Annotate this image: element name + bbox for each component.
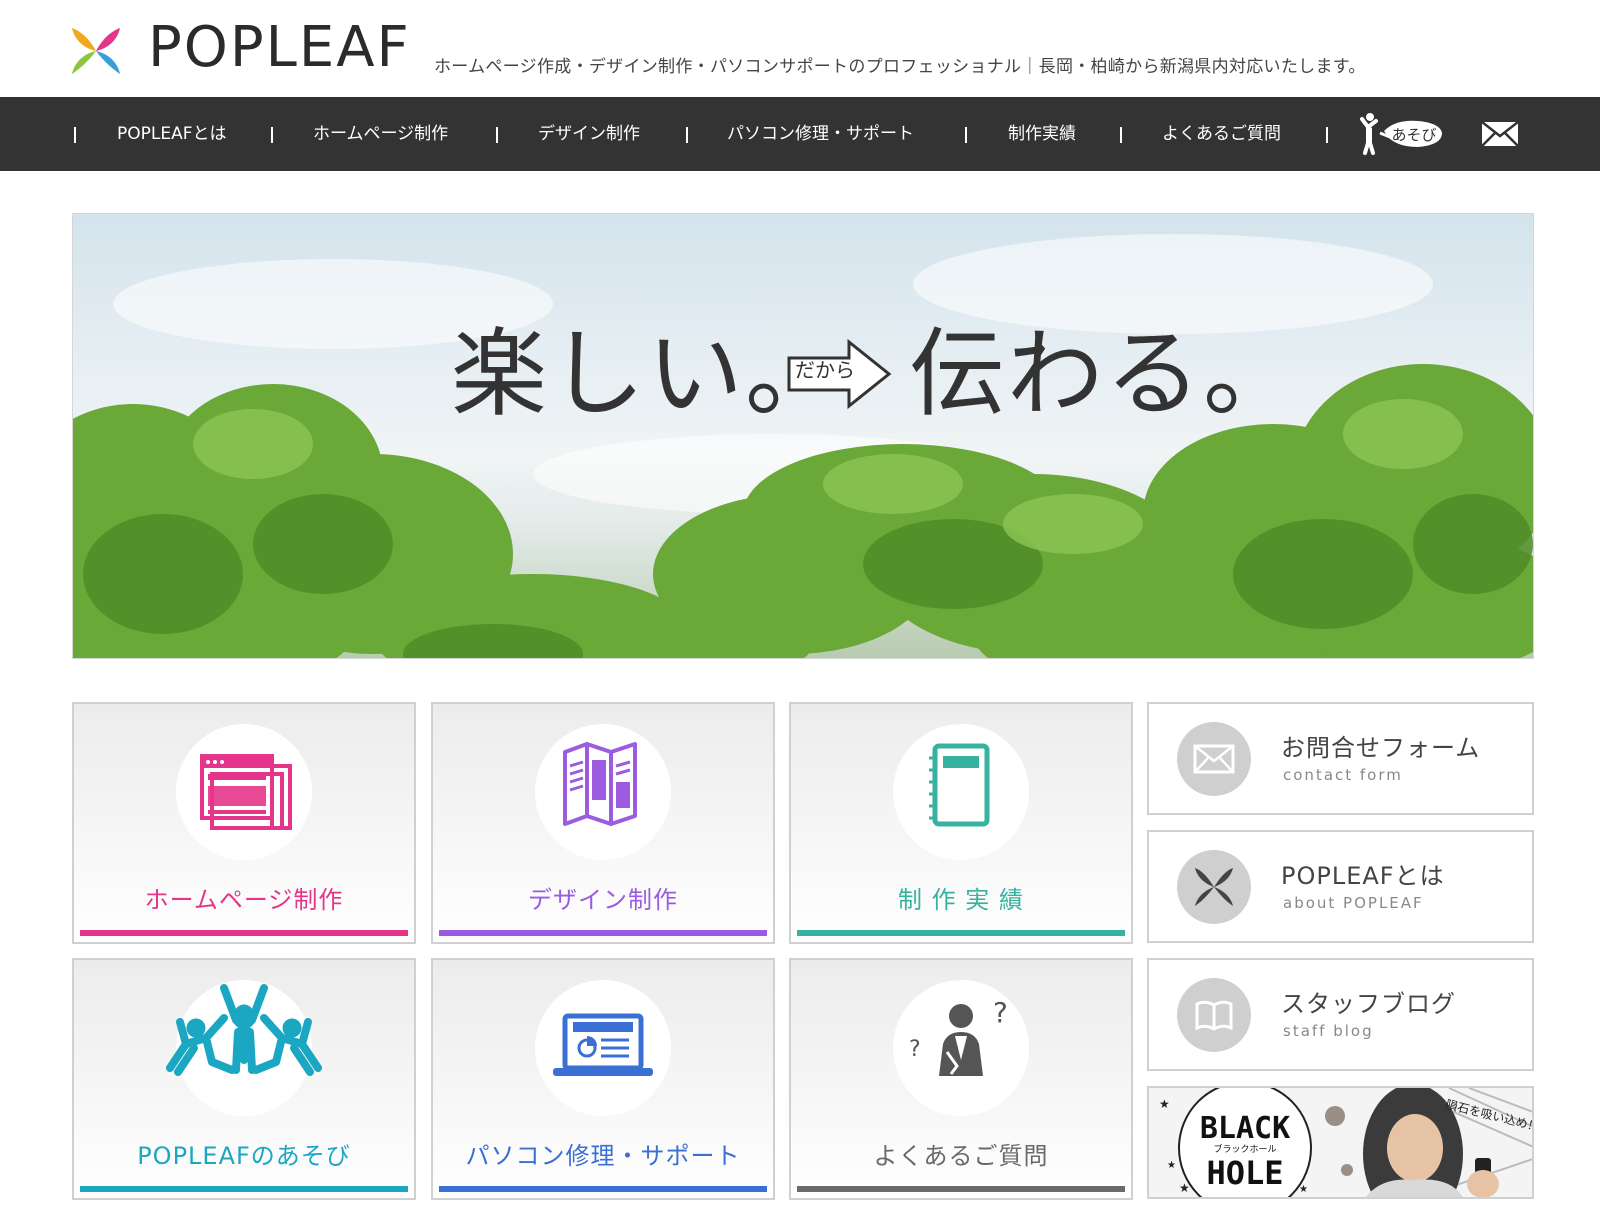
side-link-contact-subtitle: contact form — [1283, 766, 1403, 784]
site-tagline: ホームページ作成・デザイン制作・パソコンサポートのプロフェッショナル｜長岡・柏崎… — [434, 57, 1366, 77]
side-link-blog-title: スタッフブログ — [1281, 990, 1456, 1018]
tile-faq[interactable]: ? ? よくあるご質問 — [789, 958, 1133, 1200]
blackhole-banner-image: ★ ★ ★ ★ BLACK ブラックホール HOLE 隕石を吸い込め！ — [1149, 1088, 1532, 1197]
tile-accent-bar — [439, 930, 767, 936]
nav-item-about[interactable]: POPLEAFとは — [117, 121, 227, 147]
nav-separator — [1120, 127, 1122, 143]
nav-asobi-link[interactable]: あそび — [1356, 111, 1446, 155]
svg-text:BLACK: BLACK — [1200, 1111, 1290, 1146]
tile-homepage[interactable]: ホームページ制作 — [72, 702, 416, 944]
svg-text:HOLE: HOLE — [1206, 1154, 1283, 1192]
nav-item-faq[interactable]: よくあるご質問 — [1162, 121, 1281, 147]
tile-accent-bar — [797, 1186, 1125, 1192]
svg-text:★: ★ — [1159, 1097, 1170, 1111]
nav-separator — [271, 127, 273, 143]
nav-separator — [74, 127, 76, 143]
tree-canopy-image — [73, 234, 1533, 658]
nav-item-pc-support[interactable]: パソコン修理・サポート — [727, 121, 914, 147]
asobi-icon: あそび — [1360, 113, 1442, 155]
tile-faq-label: よくあるご質問 — [873, 1142, 1049, 1170]
nav-separator — [1326, 127, 1328, 143]
side-link-contact[interactable]: お問合せフォーム contact form — [1147, 702, 1534, 815]
svg-text:?: ? — [993, 996, 1008, 1029]
nav-separator — [686, 127, 688, 143]
question-person-icon: ? ? — [909, 996, 1008, 1076]
nav-item-works[interactable]: 制作実績 — [1008, 121, 1076, 147]
site-logo-text[interactable]: POPLEAF — [148, 18, 411, 78]
main-nav: POPLEAFとは ホームページ制作 デザイン制作 パソコン修理・サポート 制作… — [0, 97, 1600, 171]
tile-asobi[interactable]: POPLEAFのあそび — [72, 958, 416, 1200]
side-link-contact-title: お問合せフォーム — [1281, 734, 1481, 762]
side-link-blog-subtitle: staff blog — [1283, 1022, 1374, 1040]
svg-text:★: ★ — [1167, 1160, 1176, 1171]
tile-homepage-label: ホームページ制作 — [144, 886, 344, 914]
hero-text-convey: 伝わる。 — [909, 318, 1301, 430]
nav-item-design[interactable]: デザイン制作 — [538, 121, 640, 147]
tile-pc-support-label: パソコン修理・サポート — [465, 1142, 741, 1170]
nav-separator — [965, 127, 967, 143]
svg-text:★: ★ — [1299, 1184, 1308, 1195]
nav-separator — [496, 127, 498, 143]
webpage-icon — [200, 754, 292, 830]
tile-design[interactable]: デザイン制作 — [431, 702, 775, 944]
popleaf-logo-icon — [1195, 868, 1233, 906]
laptop-icon — [553, 1013, 653, 1076]
svg-text:★: ★ — [1179, 1181, 1190, 1195]
side-link-about-title: POPLEAFとは — [1281, 862, 1445, 890]
dancing-people-icon — [166, 984, 322, 1076]
tile-pc-support[interactable]: パソコン修理・サポート — [431, 958, 775, 1200]
envelope-icon — [1481, 121, 1519, 147]
hero-banner: 楽しい。 だから 伝わる。 — [72, 213, 1534, 659]
popleaf-logo-icon[interactable] — [70, 26, 122, 76]
tile-accent-bar — [797, 930, 1125, 936]
tile-works-label: 制 作 実 績 — [898, 886, 1024, 914]
svg-text:?: ? — [909, 1037, 921, 1062]
tile-design-label: デザイン制作 — [528, 886, 678, 914]
tile-asobi-label: POPLEAFのあそび — [137, 1142, 351, 1170]
notebook-icon — [929, 743, 990, 827]
blackhole-banner[interactable]: ★ ★ ★ ★ BLACK ブラックホール HOLE 隕石を吸い込め！ — [1147, 1086, 1534, 1199]
tile-works[interactable]: 制 作 実 績 — [789, 702, 1133, 944]
tile-accent-bar — [80, 930, 408, 936]
nav-mail-link[interactable] — [1480, 119, 1520, 149]
nav-item-homepage[interactable]: ホームページ制作 — [313, 121, 448, 147]
book-icon — [1195, 1000, 1233, 1031]
tile-accent-bar — [80, 1186, 408, 1192]
svg-text:あそび: あそび — [1391, 126, 1436, 144]
hero-arrow-label: だから — [795, 358, 855, 382]
site-header: POPLEAF ホームページ作成・デザイン制作・パソコンサポートのプロフェッショ… — [0, 0, 1600, 97]
side-link-about-subtitle: about POPLEAF — [1283, 894, 1424, 912]
tile-accent-bar — [439, 1186, 767, 1192]
envelope-icon — [1193, 744, 1235, 774]
brochure-icon — [563, 742, 637, 826]
side-link-blog[interactable]: スタッフブログ staff blog — [1147, 958, 1534, 1071]
side-link-about[interactable]: POPLEAFとは about POPLEAF — [1147, 830, 1534, 943]
